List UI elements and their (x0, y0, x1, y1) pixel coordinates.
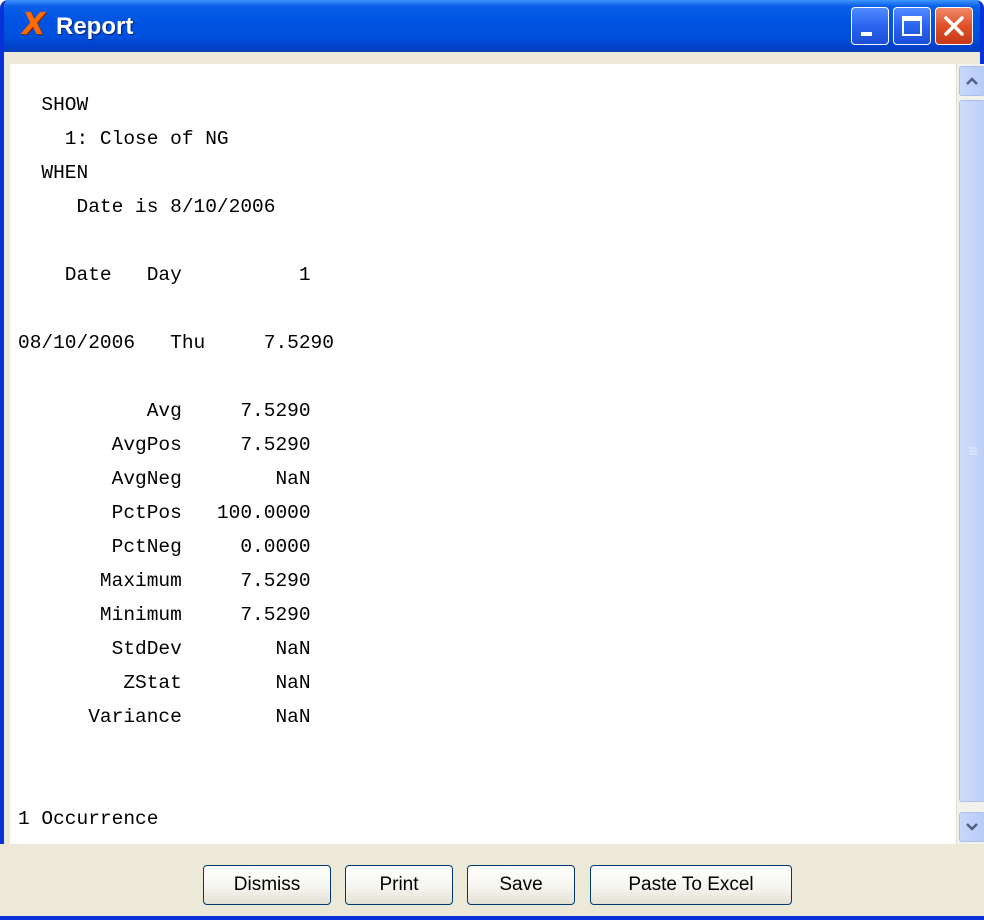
save-button[interactable]: Save (467, 865, 575, 905)
vertical-scrollbar[interactable] (956, 64, 984, 844)
title-bar[interactable]: X Report (4, 0, 980, 52)
chevron-down-icon (966, 823, 978, 831)
report-text: SHOW 1: Close of NG WHEN Date is 8/10/20… (18, 94, 334, 830)
grip-icon (969, 447, 977, 455)
paste-to-excel-button[interactable]: Paste To Excel (590, 865, 792, 905)
scroll-up-button[interactable] (959, 66, 984, 96)
minimize-icon (861, 32, 872, 36)
chevron-up-icon (966, 77, 978, 85)
maximize-button[interactable] (893, 7, 931, 45)
maximize-icon (902, 16, 922, 36)
x-app-icon: X (22, 7, 46, 42)
scroll-down-button[interactable] (959, 812, 984, 842)
button-bar: Dismiss Print Save Paste To Excel (0, 844, 984, 916)
dismiss-button[interactable]: Dismiss (203, 865, 331, 905)
print-button[interactable]: Print (345, 865, 453, 905)
report-text-area[interactable]: SHOW 1: Close of NG WHEN Date is 8/10/20… (10, 64, 956, 844)
minimize-button[interactable] (851, 7, 889, 45)
close-button[interactable] (935, 7, 973, 45)
close-icon (944, 16, 964, 36)
scrollbar-thumb[interactable] (959, 100, 984, 802)
window-title: Report (56, 13, 134, 40)
